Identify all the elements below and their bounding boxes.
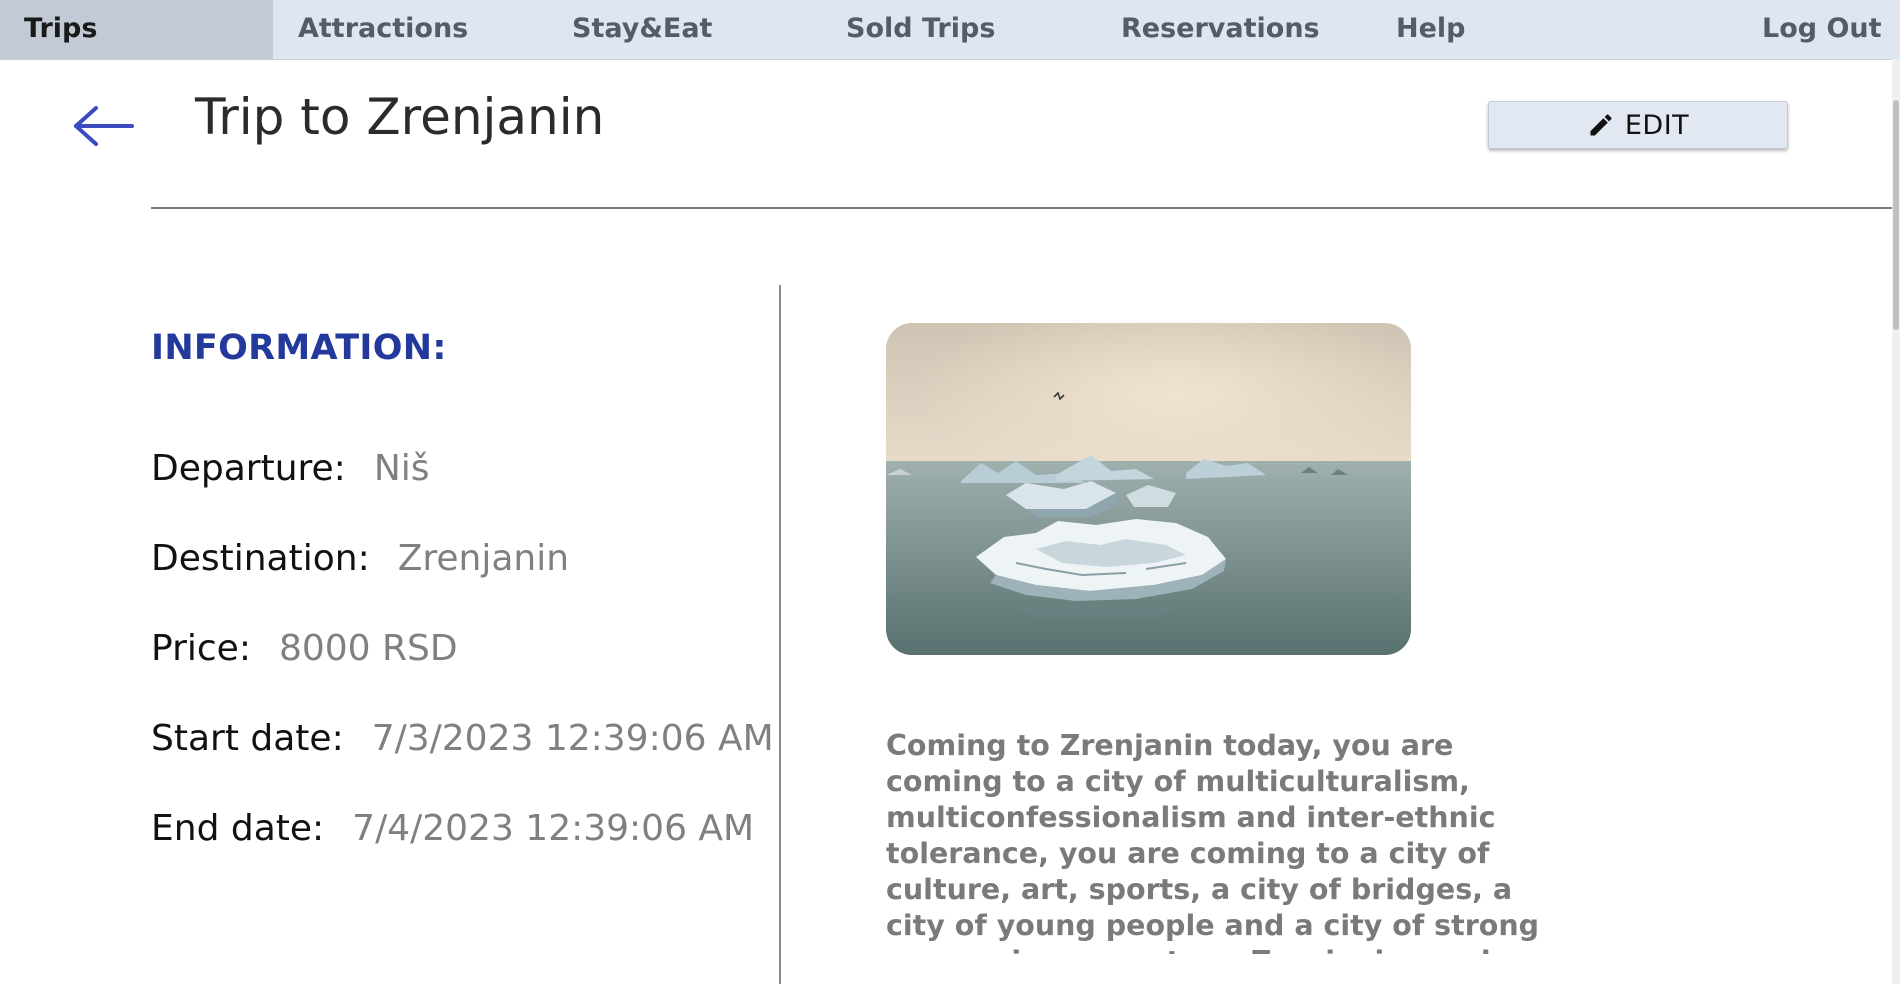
end-date-value: 7/4/2023 12:39:06 AM	[352, 808, 755, 849]
top-nav: Trips Attractions Stay&Eat Sold Trips Re…	[0, 0, 1900, 60]
pencil-icon	[1587, 111, 1615, 139]
information-heading: INFORMATION:	[151, 328, 447, 368]
column-divider	[779, 285, 781, 984]
edit-button-label: EDIT	[1624, 109, 1690, 141]
info-row-end-date: End date: 7/4/2023 12:39:06 AM	[151, 808, 754, 849]
header-divider	[151, 207, 1900, 209]
departure-label: Departure:	[151, 448, 346, 489]
nav-item-trips[interactable]: Trips	[0, 0, 273, 59]
price-value: 8000 RSD	[278, 628, 458, 669]
destination-label: Destination:	[151, 538, 370, 579]
end-date-label: End date:	[151, 808, 325, 849]
trip-description: Coming to Zrenjanin today, you are comin…	[886, 729, 1540, 954]
start-date-label: Start date:	[151, 718, 344, 759]
nav-item-attractions[interactable]: Attractions	[298, 0, 468, 59]
destination-value: Zrenjanin	[397, 538, 570, 579]
price-label: Price:	[151, 628, 251, 669]
nav-item-reservations[interactable]: Reservations	[1121, 0, 1320, 59]
page-title: Trip to Zrenjanin	[195, 88, 605, 146]
info-row-departure: Departure: Niš	[151, 448, 430, 489]
scrollbar-thumb[interactable]	[1893, 100, 1899, 330]
nav-item-sold-trips[interactable]: Sold Trips	[846, 0, 995, 59]
nav-item-stay-eat[interactable]: Stay&Eat	[572, 0, 712, 59]
info-row-destination: Destination: Zrenjanin	[151, 538, 569, 579]
nav-item-help[interactable]: Help	[1396, 0, 1466, 59]
edit-button[interactable]: EDIT	[1488, 101, 1788, 149]
info-row-price: Price: 8000 RSD	[151, 628, 458, 669]
start-date-value: 7/3/2023 12:39:06 AM	[371, 718, 774, 759]
nav-item-log-out[interactable]: Log Out	[1762, 0, 1882, 59]
arrow-left-icon[interactable]	[70, 98, 136, 154]
departure-value: Niš	[373, 448, 430, 489]
info-row-start-date: Start date: 7/3/2023 12:39:06 AM	[151, 718, 774, 759]
trip-image	[886, 323, 1411, 655]
